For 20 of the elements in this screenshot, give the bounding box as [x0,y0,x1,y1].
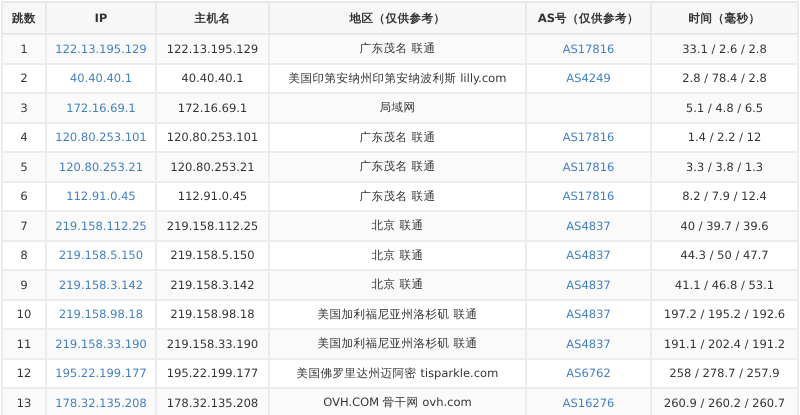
hop-cell: 11 [2,329,46,358]
column-header: IP [46,2,156,34]
column-header: 时间（毫秒） [651,2,798,34]
hop-cell: 13 [2,388,46,415]
as-link[interactable]: AS4837 [566,307,611,322]
hop-cell: 9 [2,270,46,300]
as-link[interactable]: AS4837 [566,218,611,233]
as-link[interactable]: AS6762 [566,366,611,380]
column-header: 地区（仅供参考） [269,2,526,34]
as-link[interactable]: AS4837 [566,248,611,262]
hop-cell: 1 [2,34,46,64]
hop-cell: 7 [2,211,46,240]
hop-cell: 3 [2,93,46,122]
column-header: 主机名 [156,2,269,34]
column-header: 跳数 [2,2,46,34]
as-link[interactable]: AS4837 [566,278,611,292]
as-link[interactable]: AS4249 [566,71,611,86]
hop-cell: 5 [2,152,46,182]
column-header: AS号（仅供参考） [526,2,651,34]
as-link[interactable]: AS4837 [566,336,611,351]
